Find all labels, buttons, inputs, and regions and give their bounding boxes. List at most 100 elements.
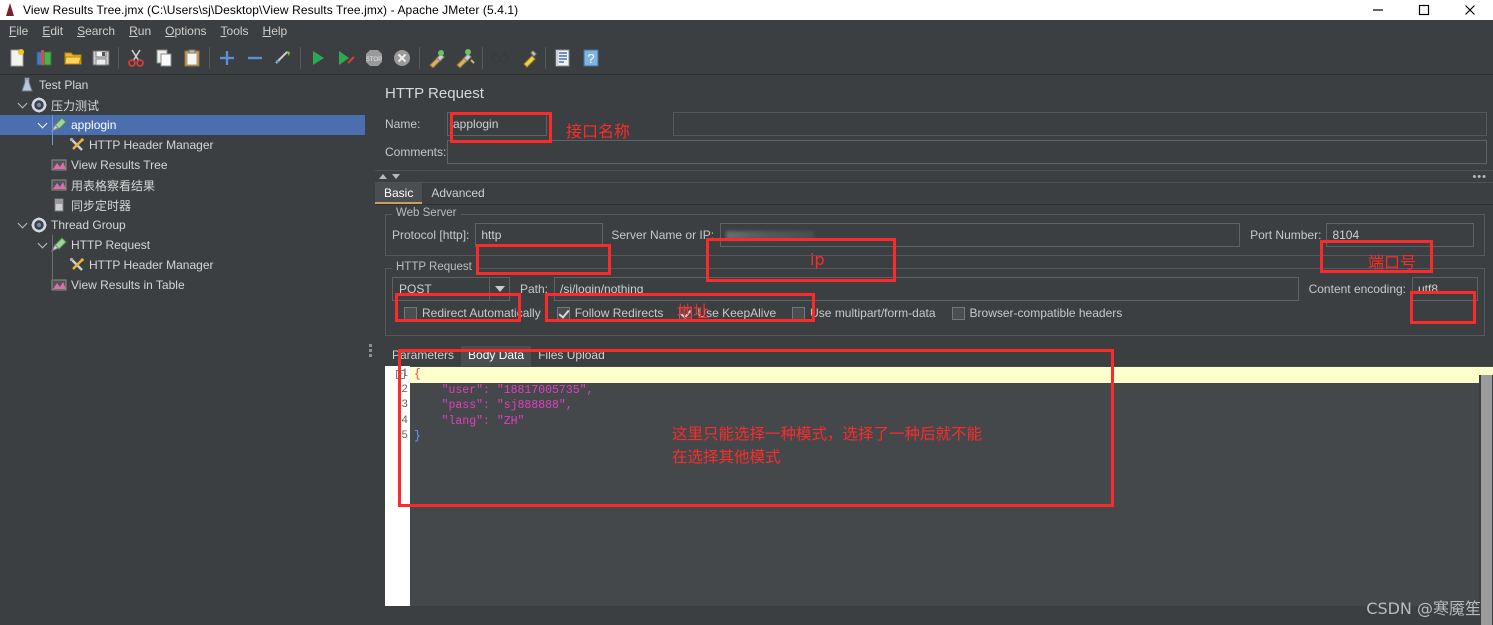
comments-input[interactable] — [447, 140, 1487, 164]
panel-splitter[interactable] — [365, 75, 375, 625]
menu-edit[interactable]: Edit — [35, 22, 70, 40]
save-icon[interactable] — [87, 44, 115, 72]
twisty-expanded[interactable] — [14, 215, 30, 235]
checkbox-use-multipart[interactable]: Use multipart/form-data — [792, 306, 936, 320]
tab-advanced[interactable]: Advanced — [422, 183, 493, 204]
paste-icon[interactable] — [178, 44, 206, 72]
tree-node-test-plan[interactable]: Test Plan — [0, 75, 365, 95]
checkbox-browser-compatible-headers[interactable]: Browser-compatible headers — [951, 306, 1123, 320]
menu-search[interactable]: Search — [70, 22, 122, 40]
port-label: Port Number: — [1250, 228, 1322, 242]
tree-node-view-results-in-table[interactable]: View Results in Table — [0, 265, 365, 295]
content-encoding-input[interactable] — [1412, 277, 1478, 301]
tree-node-applogin[interactable]: applogin — [0, 115, 365, 135]
menu-run[interactable]: Run — [122, 22, 158, 40]
tree-node-thread-group-1[interactable]: 压力测试 — [0, 95, 365, 115]
shutdown-icon[interactable] — [388, 44, 416, 72]
tree-node-label: applogin — [71, 118, 117, 132]
minimize-icon[interactable] — [1355, 0, 1401, 20]
chevron-up-icon[interactable] — [379, 174, 387, 179]
new-icon[interactable] — [3, 44, 31, 72]
protocol-input[interactable] — [475, 223, 604, 247]
tree-node-view-results-table-cn[interactable]: 用表格察看结果 — [0, 175, 365, 195]
start-no-pauses-icon[interactable] — [332, 44, 360, 72]
method-value: POST — [399, 282, 432, 296]
path-input[interactable] — [554, 277, 1299, 301]
method-select[interactable]: POST — [392, 277, 510, 301]
tree-node-label: 同步定时器 — [71, 198, 132, 213]
chevron-down-icon[interactable] — [392, 174, 400, 179]
start-icon[interactable] — [304, 44, 332, 72]
line-number: 3 — [401, 399, 408, 411]
twisty-expanded[interactable] — [34, 115, 50, 135]
twisty-expanded[interactable] — [34, 235, 50, 255]
open-icon[interactable] — [59, 44, 87, 72]
copy-icon[interactable] — [150, 44, 178, 72]
tab-basic[interactable]: Basic — [375, 183, 423, 204]
checkbox-follow-redirects[interactable]: Follow Redirects — [556, 306, 663, 320]
more-options-icon[interactable]: ••• — [1472, 171, 1487, 182]
templates-icon[interactable] — [31, 44, 59, 72]
collapse-arrows[interactable] — [379, 174, 400, 179]
line-number: − 1 — [385, 367, 410, 383]
tree-node-label: View Results Tree — [71, 158, 168, 172]
svg-text:STOP: STOP — [366, 57, 382, 63]
tree-node-sync-timer[interactable]: 同步定时器 — [0, 195, 365, 215]
scrollbar-thumb[interactable] — [1481, 375, 1492, 625]
editor-scrollbar[interactable] — [1479, 375, 1493, 625]
menu-help[interactable]: Help — [256, 22, 295, 40]
port-input[interactable] — [1326, 223, 1475, 247]
body-data-editor[interactable]: − 1 2 3 4 5 { "user": "18817005735", "pa… — [385, 366, 1493, 606]
line-number: 2 — [401, 383, 408, 396]
clear-icon[interactable] — [423, 44, 451, 72]
checkbox-box[interactable] — [792, 306, 806, 320]
clear-all-icon[interactable] — [451, 44, 479, 72]
checkbox-label: Browser-compatible headers — [969, 306, 1123, 320]
config-icon — [68, 256, 86, 274]
toggle-icon[interactable] — [269, 44, 297, 72]
tab-files-upload[interactable]: Files Upload — [531, 346, 612, 366]
tree-node-view-results-tree[interactable]: View Results Tree — [0, 155, 365, 175]
menu-file[interactable]: File — [2, 22, 35, 40]
tab-parameters[interactable]: Parameters — [385, 346, 461, 366]
tree-node-http-request[interactable]: HTTP Request — [0, 235, 365, 255]
http-request-editor: HTTP Request Name: Comments: ••• Basic A… — [375, 75, 1493, 625]
checkbox-box[interactable] — [556, 306, 570, 320]
tree-node-http-header-manager-2[interactable]: HTTP Header Manager — [0, 235, 365, 275]
body-tabs: Parameters Body Data Files Upload — [385, 346, 1493, 366]
line-number: 5 — [401, 430, 408, 442]
checkbox-box[interactable] — [951, 306, 965, 320]
collapse-bar[interactable]: ••• — [375, 170, 1493, 183]
close-icon[interactable] — [1447, 0, 1493, 20]
menu-tools[interactable]: Tools — [214, 22, 256, 40]
expand-all-icon[interactable] — [213, 44, 241, 72]
line-number: 4 — [401, 414, 408, 427]
function-helper-icon[interactable] — [549, 44, 577, 72]
tree-node-http-header-manager-1[interactable]: HTTP Header Manager — [0, 115, 365, 155]
twisty-expanded[interactable] — [14, 95, 30, 115]
checkbox-redirect-automatically[interactable]: Redirect Automatically — [404, 306, 541, 320]
collapse-all-icon[interactable] — [241, 44, 269, 72]
menu-options[interactable]: Options — [158, 22, 213, 40]
redacted-ip-value — [726, 230, 815, 240]
tab-body-data[interactable]: Body Data — [461, 346, 532, 366]
checkbox-box[interactable] — [404, 306, 417, 320]
test-plan-tree[interactable]: Test Plan 压力测试 applogin HTTP Header Mana… — [0, 75, 365, 625]
help-icon[interactable]: ? — [577, 44, 605, 72]
name-extra-field[interactable] — [673, 112, 1487, 136]
config-icon — [68, 136, 86, 154]
stop-icon[interactable]: STOP — [360, 44, 388, 72]
line-number-gutter: − 1 2 3 4 5 — [385, 366, 410, 606]
reset-search-icon[interactable] — [514, 44, 542, 72]
toolbar-separator — [419, 46, 420, 69]
toolbar-separator — [482, 46, 483, 69]
search-icon[interactable] — [486, 44, 514, 72]
maximize-icon[interactable] — [1401, 0, 1447, 20]
server-name-input[interactable] — [720, 223, 1241, 247]
name-input[interactable] — [447, 112, 547, 136]
window-controls — [1355, 0, 1493, 20]
tree-node-thread-group-2[interactable]: Thread Group — [0, 215, 365, 235]
fold-toggle-icon[interactable]: − — [396, 370, 405, 379]
cut-icon[interactable] — [122, 44, 150, 72]
body-data-text[interactable]: { "user": "18817005735", "pass": "sj8888… — [410, 366, 1493, 606]
